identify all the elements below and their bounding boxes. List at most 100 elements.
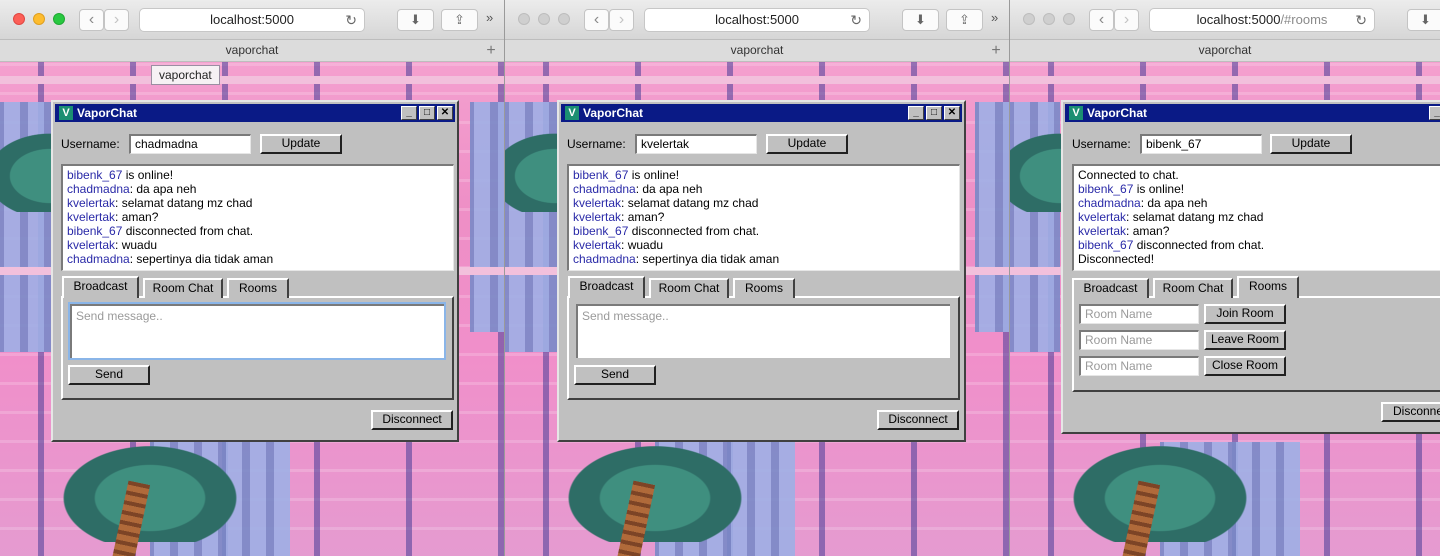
more-chevron-icon[interactable]: » <box>486 10 493 25</box>
downloads-icon[interactable]: ⬇ <box>1407 9 1440 31</box>
disconnect-button[interactable]: Disconnect <box>371 410 453 430</box>
close-icon[interactable]: ✕ <box>944 106 960 120</box>
tab-room-chat[interactable]: Room Chat <box>143 278 223 298</box>
chat-message: bibenk_67 disconnected from chat. <box>67 224 449 238</box>
chat-message: kvelertak: selamat datang mz chad <box>573 196 955 210</box>
zoom-window-button[interactable] <box>1063 13 1075 25</box>
update-button[interactable]: Update <box>260 134 342 154</box>
minimize-icon[interactable]: _ <box>908 106 924 120</box>
window-titlebar[interactable]: V VaporChat _ <box>1065 104 1440 122</box>
more-chevron-icon[interactable]: » <box>991 10 998 25</box>
vaporchat-window: V VaporChat _ □ ✕ Username: chadmadna Up… <box>51 100 459 442</box>
forward-button[interactable]: › <box>1114 9 1139 31</box>
minimize-icon[interactable]: _ <box>1429 106 1440 120</box>
leave-room-button[interactable]: Leave Room <box>1204 330 1286 350</box>
share-icon[interactable]: ⇪ <box>946 9 983 31</box>
username-label: Username: <box>1072 137 1131 151</box>
message-username: kvelertak <box>1078 210 1127 224</box>
back-button[interactable]: ‹ <box>1089 9 1114 31</box>
close-window-button[interactable] <box>1023 13 1035 25</box>
chat-message: chadmadna: sepertinya dia tidak aman <box>573 252 955 266</box>
message-text: : wuadu <box>115 238 158 252</box>
zoom-window-button[interactable] <box>53 13 65 25</box>
window-titlebar[interactable]: V VaporChat _ □ ✕ <box>561 104 962 122</box>
username-input[interactable]: kvelertak <box>635 134 757 154</box>
zoom-window-button[interactable] <box>558 13 570 25</box>
reload-icon[interactable]: ↻ <box>850 9 862 31</box>
close-window-button[interactable] <box>13 13 25 25</box>
address-bar[interactable]: localhost:5000/#rooms ↻ <box>1149 8 1375 32</box>
username-input[interactable]: bibenk_67 <box>1140 134 1262 154</box>
tab-broadcast[interactable]: Broadcast <box>568 276 645 298</box>
close-icon[interactable]: ✕ <box>437 106 453 120</box>
update-button[interactable]: Update <box>1270 134 1352 154</box>
message-text: : da apa neh <box>1140 196 1208 210</box>
message-username: kvelertak <box>67 238 116 252</box>
message-text: disconnected from chat. <box>1133 238 1265 252</box>
message-text: : wuadu <box>621 238 664 252</box>
forward-button[interactable]: › <box>104 9 129 31</box>
message-username: kvelertak <box>67 210 116 224</box>
address-bar[interactable]: localhost:5000 ↻ <box>139 8 365 32</box>
send-button[interactable]: Send <box>68 365 150 385</box>
maximize-icon[interactable]: □ <box>419 106 435 120</box>
downloads-icon[interactable]: ⬇ <box>397 9 434 31</box>
browser-toolbar: ‹ › localhost:5000/#rooms ↻ ⬇ <box>1010 0 1440 40</box>
message-username: bibenk_67 <box>573 168 629 182</box>
address-text: localhost:5000 <box>1196 12 1281 27</box>
tab-rooms[interactable]: Rooms <box>1237 276 1299 298</box>
new-tab-icon[interactable]: + <box>987 40 1005 61</box>
chat-message: bibenk_67 disconnected from chat. <box>1078 238 1440 252</box>
disconnect-button[interactable]: Disconnec <box>1381 402 1440 422</box>
reload-icon[interactable]: ↻ <box>1355 9 1367 31</box>
tab-broadcast[interactable]: Broadcast <box>1072 278 1149 298</box>
username-input[interactable]: chadmadna <box>129 134 251 154</box>
message-text: : da apa neh <box>129 182 197 196</box>
message-textarea[interactable]: Send message.. <box>68 302 446 360</box>
downloads-icon[interactable]: ⬇ <box>902 9 939 31</box>
minimize-window-button[interactable] <box>538 13 550 25</box>
message-textarea[interactable]: Send message.. <box>576 304 950 358</box>
back-button[interactable]: ‹ <box>79 9 104 31</box>
forward-button[interactable]: › <box>609 9 634 31</box>
new-tab-icon[interactable]: + <box>482 40 500 61</box>
window-titlebar[interactable]: V VaporChat _ □ ✕ <box>55 104 455 122</box>
join-room-button[interactable]: Join Room <box>1204 304 1286 324</box>
reload-icon[interactable]: ↻ <box>345 9 357 31</box>
disconnect-button[interactable]: Disconnect <box>877 410 959 430</box>
maximize-icon[interactable]: □ <box>926 106 942 120</box>
address-text: localhost:5000 <box>210 12 294 27</box>
tab-title[interactable]: vaporchat <box>226 43 279 57</box>
join-room-name-input[interactable]: Room Name <box>1079 304 1199 324</box>
share-icon[interactable]: ⇪ <box>441 9 478 31</box>
send-button[interactable]: Send <box>574 365 656 385</box>
message-text: : aman? <box>621 210 665 224</box>
close-room-button[interactable]: Close Room <box>1204 356 1286 376</box>
tab-title[interactable]: vaporchat <box>731 43 784 57</box>
address-bar[interactable]: localhost:5000 ↻ <box>644 8 870 32</box>
message-text: disconnected from chat. <box>122 224 254 238</box>
tab-title[interactable]: vaporchat <box>1199 43 1252 57</box>
tab-room-chat[interactable]: Room Chat <box>649 278 729 298</box>
message-text: : aman? <box>1126 224 1170 238</box>
message-username: chadmadna <box>573 182 636 196</box>
message-text: disconnected from chat. <box>628 224 760 238</box>
back-button[interactable]: ‹ <box>584 9 609 31</box>
tab-room-chat[interactable]: Room Chat <box>1153 278 1233 298</box>
minimize-window-button[interactable] <box>33 13 45 25</box>
tab-broadcast[interactable]: Broadcast <box>62 276 139 298</box>
message-username: kvelertak <box>573 238 622 252</box>
tab-rooms[interactable]: Rooms <box>227 278 289 298</box>
minimize-window-button[interactable] <box>1043 13 1055 25</box>
rooms-panel: Room Name Join Room Room Name Leave Room… <box>1072 296 1440 392</box>
minimize-icon[interactable]: _ <box>401 106 417 120</box>
close-window-button[interactable] <box>518 13 530 25</box>
tab-rooms[interactable]: Rooms <box>733 278 795 298</box>
message-text: Disconnected! <box>1078 252 1155 266</box>
leave-room-name-input[interactable]: Room Name <box>1079 330 1199 350</box>
window-title: VaporChat <box>583 106 644 120</box>
close-room-name-input[interactable]: Room Name <box>1079 356 1199 376</box>
update-button[interactable]: Update <box>766 134 848 154</box>
message-text: : aman? <box>115 210 159 224</box>
message-username: chadmadna <box>67 252 130 266</box>
